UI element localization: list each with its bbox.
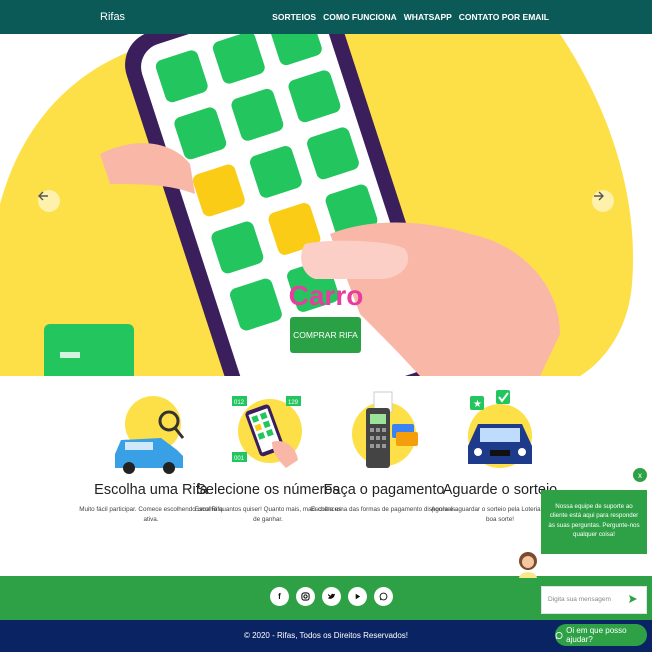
twitter-icon[interactable] bbox=[322, 587, 341, 606]
chat-close-button[interactable]: x bbox=[633, 468, 647, 482]
arrow-left-icon bbox=[38, 191, 48, 201]
youtube-icon[interactable] bbox=[348, 587, 367, 606]
select-numbers-icon: 012 129 001 bbox=[232, 396, 302, 468]
arrow-right-icon bbox=[594, 191, 604, 201]
payment-terminal-icon bbox=[352, 391, 418, 468]
chat-message-bubble: Nossa equipe de suporte ao cliente está … bbox=[541, 490, 647, 554]
carousel-next-button[interactable] bbox=[592, 190, 614, 212]
number-tag: 012 bbox=[234, 400, 245, 406]
nav-item-sorteios[interactable]: SORTEIOS bbox=[272, 12, 316, 22]
support-agent-avatar bbox=[519, 552, 537, 578]
nav-item-como-funciona[interactable]: COMO FUNCIONA bbox=[323, 12, 397, 22]
chat-help-label: Oi em que posso ajudar? bbox=[566, 626, 627, 644]
facebook-icon[interactable]: f bbox=[270, 587, 289, 606]
car-raffle-icon bbox=[115, 396, 185, 474]
svg-text:★: ★ bbox=[473, 399, 482, 410]
carousel-prev-button[interactable] bbox=[38, 190, 60, 212]
social-links: f bbox=[270, 587, 393, 606]
nav-item-whatsapp[interactable]: WHATSAPP bbox=[404, 12, 452, 22]
nav-menu: SORTEIOS COMO FUNCIONA WHATSAPP CONTATO … bbox=[272, 12, 549, 22]
hero-carousel: Carro COMPRAR RIFA bbox=[0, 34, 652, 376]
brand-logo[interactable]: Rifas bbox=[100, 11, 125, 23]
prize-car-icon: ★ bbox=[468, 390, 532, 468]
buy-raffle-button[interactable]: COMPRAR RIFA bbox=[290, 317, 361, 353]
chat-help-button[interactable]: Oi em que posso ajudar? bbox=[555, 624, 647, 646]
nav-item-contato-email[interactable]: CONTATO POR EMAIL bbox=[459, 12, 549, 22]
instagram-icon[interactable] bbox=[296, 587, 315, 606]
chat-spacer bbox=[541, 554, 647, 574]
top-navbar: Rifas SORTEIOS COMO FUNCIONA WHATSAPP CO… bbox=[0, 0, 652, 34]
whatsapp-icon bbox=[555, 631, 563, 639]
number-tag: 129 bbox=[288, 400, 299, 406]
whatsapp-icon[interactable] bbox=[374, 587, 393, 606]
hero-title: Carro bbox=[288, 280, 364, 311]
number-tag: 001 bbox=[234, 456, 245, 462]
send-icon[interactable] bbox=[628, 594, 638, 604]
